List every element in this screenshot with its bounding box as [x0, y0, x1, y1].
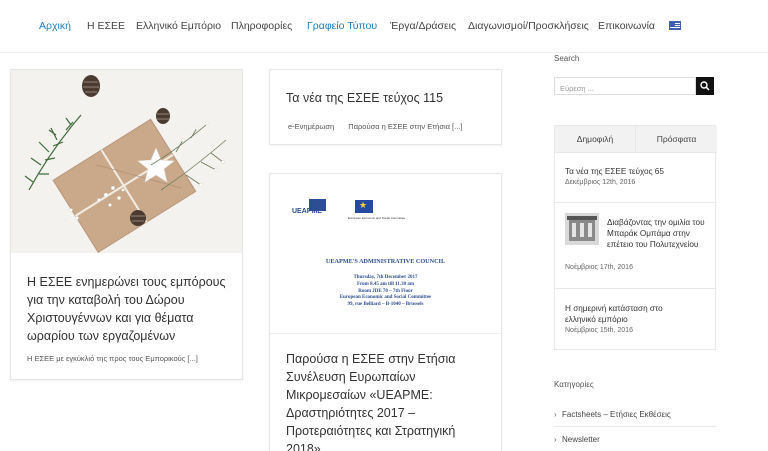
- post-excerpt[interactable]: Η ΕΣΕΕ με εγκύκλιό της προς τους Εμπορικ…: [27, 354, 237, 363]
- document-line: Thursday, 7th December 2017: [353, 275, 418, 280]
- list-item-thumbnail[interactable]: [565, 213, 599, 245]
- nav-item-contact[interactable]: Επικοινωνία: [598, 20, 655, 32]
- nav-item-projects[interactable]: Έργα/Δράσεις: [390, 20, 456, 32]
- ueapme-logo-text: UEAPME: [292, 208, 322, 215]
- post-image-ueapme-document[interactable]: UEAPME European Economic and Social Comm…: [270, 174, 501, 334]
- list-item[interactable]: Τα νέα της ΕΣΕΕ τεύχος 65 Δεκέμβριος 12t…: [555, 153, 715, 203]
- tab-popular[interactable]: Δημοφιλή: [555, 126, 636, 153]
- category-item[interactable]: › Factsheets – Ετήσιες Εκθέσεις: [554, 403, 716, 427]
- category-label[interactable]: Newsletter: [562, 435, 600, 444]
- search-input[interactable]: [555, 80, 695, 97]
- document-heading: UEAPME'S ADMINISTRATIVE COUNCIL: [325, 258, 446, 265]
- document-line: European Economic and Social Committee: [339, 295, 432, 301]
- list-item-date: Δεκέμβριος 12th, 2016: [565, 179, 636, 186]
- document-details: Thursday, 7th December 2017 From 8.45 am…: [270, 275, 501, 309]
- main-navigation: Αρχική Η ΕΣΕΕ Ελληνικό Εμπόριο Πληροφορί…: [0, 0, 768, 53]
- list-item[interactable]: Διαβάζοντας την ομιλία του Μπαράκ Ομπάμα…: [555, 203, 715, 289]
- list-item[interactable]: Η σημερινή κατάσταση στο ελληνικό εμπόρι…: [555, 289, 715, 350]
- search-field: [554, 77, 696, 97]
- post-title[interactable]: Η ΕΣΕΕ ενημερώνει τους εμπόρους για την …: [27, 273, 232, 345]
- post-card-christmas-bonus: Η ΕΣΕΕ ενημερώνει τους εμπόρους για την …: [10, 69, 243, 380]
- list-item-date: Νοέμβριος 15th, 2016: [565, 327, 633, 334]
- tab-recent[interactable]: Πρόσφατα: [636, 126, 717, 153]
- search-icon: [700, 81, 710, 91]
- nav-item-esee[interactable]: Η ΕΣΕΕ: [87, 20, 125, 32]
- list-item-title[interactable]: Η σημερινή κατάσταση στο ελληνικό εμπόρι…: [565, 303, 685, 325]
- list-item-title-text[interactable]: Διαβάζοντας την ομιλία του Μπαράκ Ομπάμα…: [607, 218, 705, 249]
- chevron-right-icon: ›: [554, 410, 557, 419]
- nav-item-greek-commerce[interactable]: Ελληνικό Εμπόριο: [136, 20, 221, 32]
- document-line: From 8.45 am till 11.30 am: [357, 281, 414, 287]
- document-line: Room JDE 70 – 7th Floor: [358, 288, 413, 294]
- nav-item-press-office[interactable]: Γραφείο Τύπου: [307, 20, 377, 32]
- post-card-ueapme: UEAPME European Economic and Social Comm…: [269, 173, 502, 451]
- category-label[interactable]: Factsheets – Ετήσιες Εκθέσεις: [562, 410, 671, 419]
- eu-caption: European Economic and Social Committee: [348, 216, 406, 220]
- post-card-newsletter-115: Τα νέα της ΕΣΕΕ τεύχος 115 e-Ενημέρωση Π…: [269, 69, 502, 145]
- nav-item-home[interactable]: Αρχική: [39, 20, 71, 32]
- search-button[interactable]: [696, 77, 714, 95]
- post-category-link[interactable]: e-Ενημέρωση: [288, 122, 334, 131]
- post-excerpt[interactable]: Παρούσα η ΕΣΕΕ στην Ετήσια [...]: [348, 122, 462, 131]
- search-heading: Search: [554, 54, 580, 63]
- post-meta: e-Ενημέρωση Παρούσα η ΕΣΕΕ στην Ετήσια […: [288, 122, 474, 131]
- eu-flag-icon: [355, 200, 373, 213]
- post-title[interactable]: Τα νέα της ΕΣΕΕ τεύχος 115: [286, 91, 443, 105]
- list-item-title[interactable]: Διαβάζοντας την ομιλία του Μπαράκ Ομπάμα…: [607, 217, 707, 250]
- category-item[interactable]: › Newsletter: [554, 428, 716, 451]
- categories-heading: Κατηγορίες: [554, 380, 594, 389]
- nav-item-competitions[interactable]: Διαγωνισμοί/Προσκλήσεις: [468, 20, 589, 32]
- post-title[interactable]: Παρούσα η ΕΣΕΕ στην Ετήσια Συνέλευση Ευρ…: [286, 350, 491, 451]
- list-item-date: Νοέμβριος 17th, 2016: [565, 264, 633, 271]
- list-item-title[interactable]: Τα νέα της ΕΣΕΕ τεύχος 65: [565, 166, 710, 177]
- chevron-right-icon: ›: [554, 435, 557, 444]
- greek-flag-icon[interactable]: [669, 21, 681, 30]
- nav-item-information[interactable]: Πληροφορίες: [231, 20, 292, 32]
- tabs-widget: Δημοφιλή Πρόσφατα Τα νέα της ΕΣΕΕ τεύχος…: [554, 125, 717, 350]
- post-image-gift[interactable]: [11, 70, 242, 253]
- document-line: 99, rue Belliard – B-1040 – Brussels: [347, 302, 424, 308]
